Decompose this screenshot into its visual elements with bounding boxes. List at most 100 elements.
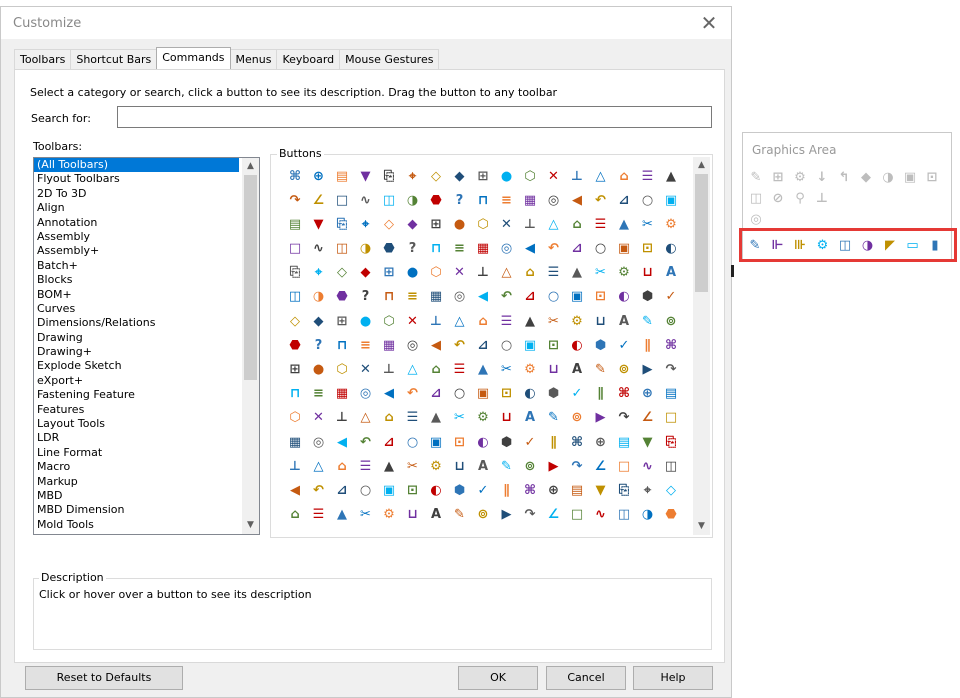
graphics-area-icon[interactable]: ⚙ <box>815 237 831 253</box>
command-button-icon[interactable]: ⌂ <box>287 507 303 523</box>
command-button-icon[interactable]: ↶ <box>311 482 327 498</box>
command-button-icon[interactable]: ◎ <box>499 241 515 257</box>
command-button-icon[interactable]: ▶ <box>593 410 609 426</box>
tab-menus[interactable]: Menus <box>229 49 278 69</box>
command-button-icon[interactable]: ⊥ <box>475 265 491 281</box>
command-button-icon[interactable]: ▲ <box>569 265 585 281</box>
command-button-icon[interactable]: ○ <box>452 386 468 402</box>
command-button-icon[interactable]: ⊚ <box>475 507 491 523</box>
command-button-icon[interactable]: ⌘ <box>663 337 679 353</box>
command-button-icon[interactable]: △ <box>499 265 515 281</box>
command-button-icon[interactable]: ◎ <box>311 434 327 450</box>
command-button-icon[interactable]: ⌘ <box>616 386 632 402</box>
command-button-icon[interactable]: ↶ <box>405 386 421 402</box>
command-button-icon[interactable]: ✎ <box>452 507 468 523</box>
command-button-icon[interactable]: ▦ <box>475 241 491 257</box>
command-button-icon[interactable]: ◎ <box>452 289 468 305</box>
command-button-icon[interactable]: ⊔ <box>405 507 421 523</box>
command-button-icon[interactable]: ⊔ <box>640 265 656 281</box>
command-button-icon[interactable]: ✎ <box>546 410 562 426</box>
command-button-icon[interactable]: ☰ <box>405 410 421 426</box>
command-button-icon[interactable]: ▤ <box>616 434 632 450</box>
command-button-icon[interactable]: ⌂ <box>381 410 397 426</box>
command-button-icon[interactable]: ⊥ <box>569 168 585 184</box>
tab-shortcut-bars[interactable]: Shortcut Bars <box>70 49 158 69</box>
command-button-icon[interactable]: ▤ <box>663 386 679 402</box>
command-button-icon[interactable]: ⌂ <box>428 362 444 378</box>
command-button-icon[interactable]: ◐ <box>475 434 491 450</box>
command-button-icon[interactable]: ↶ <box>546 241 562 257</box>
command-button-icon[interactable]: ▣ <box>475 386 491 402</box>
command-button-icon[interactable]: ✂ <box>358 507 374 523</box>
command-button-icon[interactable]: ◫ <box>287 289 303 305</box>
close-icon[interactable]: ✕ <box>699 11 719 35</box>
command-button-icon[interactable]: ↷ <box>287 192 303 208</box>
command-button-icon[interactable]: ⬢ <box>593 337 609 353</box>
search-input[interactable] <box>117 106 712 128</box>
buttons-scrollbar[interactable]: ▲ ▼ <box>693 157 710 535</box>
scroll-down-icon[interactable]: ▼ <box>242 517 259 534</box>
command-button-icon[interactable]: ∠ <box>311 192 327 208</box>
command-button-icon[interactable]: ⌂ <box>522 265 538 281</box>
command-button-icon[interactable]: ∥ <box>593 386 609 402</box>
command-button-icon[interactable]: ✓ <box>663 289 679 305</box>
command-button-icon[interactable]: ✕ <box>405 313 421 329</box>
list-item[interactable]: Layout Tools <box>34 417 259 431</box>
command-button-icon[interactable]: ∠ <box>640 410 656 426</box>
command-button-icon[interactable]: ∿ <box>311 241 327 257</box>
list-item[interactable]: BOM+ <box>34 288 259 302</box>
command-button-icon[interactable]: ☰ <box>593 216 609 232</box>
list-item[interactable]: MBD <box>34 489 259 503</box>
command-button-icon[interactable]: ▣ <box>428 434 444 450</box>
list-scroll-thumb[interactable] <box>244 175 257 380</box>
list-item[interactable]: Mold Tools <box>34 518 259 532</box>
command-button-icon[interactable]: ✕ <box>499 216 515 232</box>
command-button-icon[interactable]: ⊓ <box>475 192 491 208</box>
command-button-icon[interactable]: ✕ <box>546 168 562 184</box>
command-button-icon[interactable]: ⊕ <box>546 482 562 498</box>
command-button-icon[interactable]: ⊡ <box>405 482 421 498</box>
command-button-icon[interactable]: ⊡ <box>499 386 515 402</box>
command-button-icon[interactable]: ≡ <box>499 192 515 208</box>
command-button-icon[interactable]: ◀ <box>428 337 444 353</box>
command-button-icon[interactable]: ◐ <box>522 386 538 402</box>
command-button-icon[interactable]: ⊚ <box>663 313 679 329</box>
command-button-icon[interactable]: ⌖ <box>358 216 374 232</box>
command-button-icon[interactable]: ⊿ <box>381 434 397 450</box>
ok-button[interactable]: OK <box>458 666 538 690</box>
command-button-icon[interactable]: ⬡ <box>475 216 491 232</box>
command-button-icon[interactable]: ⊕ <box>311 168 327 184</box>
command-button-icon[interactable]: ◎ <box>405 337 421 353</box>
command-button-icon[interactable]: ? <box>405 241 421 257</box>
command-button-icon[interactable]: □ <box>334 192 350 208</box>
command-button-icon[interactable]: ≡ <box>452 241 468 257</box>
command-button-icon[interactable]: ● <box>452 216 468 232</box>
command-button-icon[interactable]: ▲ <box>334 507 350 523</box>
command-button-icon[interactable]: ⬡ <box>287 410 303 426</box>
command-button-icon[interactable]: ⊿ <box>569 241 585 257</box>
command-button-icon[interactable]: ● <box>405 265 421 281</box>
command-button-icon[interactable]: A <box>569 362 585 378</box>
list-item[interactable]: Macro <box>34 460 259 474</box>
command-button-icon[interactable]: ☰ <box>311 507 327 523</box>
command-button-icon[interactable]: ▶ <box>546 458 562 474</box>
command-button-icon[interactable]: ↶ <box>358 434 374 450</box>
command-button-icon[interactable]: ⬡ <box>381 313 397 329</box>
command-button-icon[interactable]: ⊥ <box>381 362 397 378</box>
command-button-icon[interactable]: ⬡ <box>428 265 444 281</box>
command-button-icon[interactable]: ⊡ <box>546 337 562 353</box>
command-button-icon[interactable]: △ <box>593 168 609 184</box>
command-button-icon[interactable]: ⊔ <box>499 410 515 426</box>
command-button-icon[interactable]: ⚙ <box>475 410 491 426</box>
command-button-icon[interactable]: ∥ <box>546 434 562 450</box>
list-item[interactable]: Features <box>34 403 259 417</box>
command-button-icon[interactable]: ▣ <box>569 289 585 305</box>
command-button-icon[interactable]: ◐ <box>616 289 632 305</box>
command-button-icon[interactable]: ▼ <box>593 482 609 498</box>
command-button-icon[interactable]: ⬣ <box>381 241 397 257</box>
command-button-icon[interactable]: ● <box>499 168 515 184</box>
command-button-icon[interactable]: ⬡ <box>334 362 350 378</box>
command-button-icon[interactable]: ⬢ <box>640 289 656 305</box>
command-button-icon[interactable]: ↷ <box>663 362 679 378</box>
command-button-icon[interactable]: ∿ <box>593 507 609 523</box>
